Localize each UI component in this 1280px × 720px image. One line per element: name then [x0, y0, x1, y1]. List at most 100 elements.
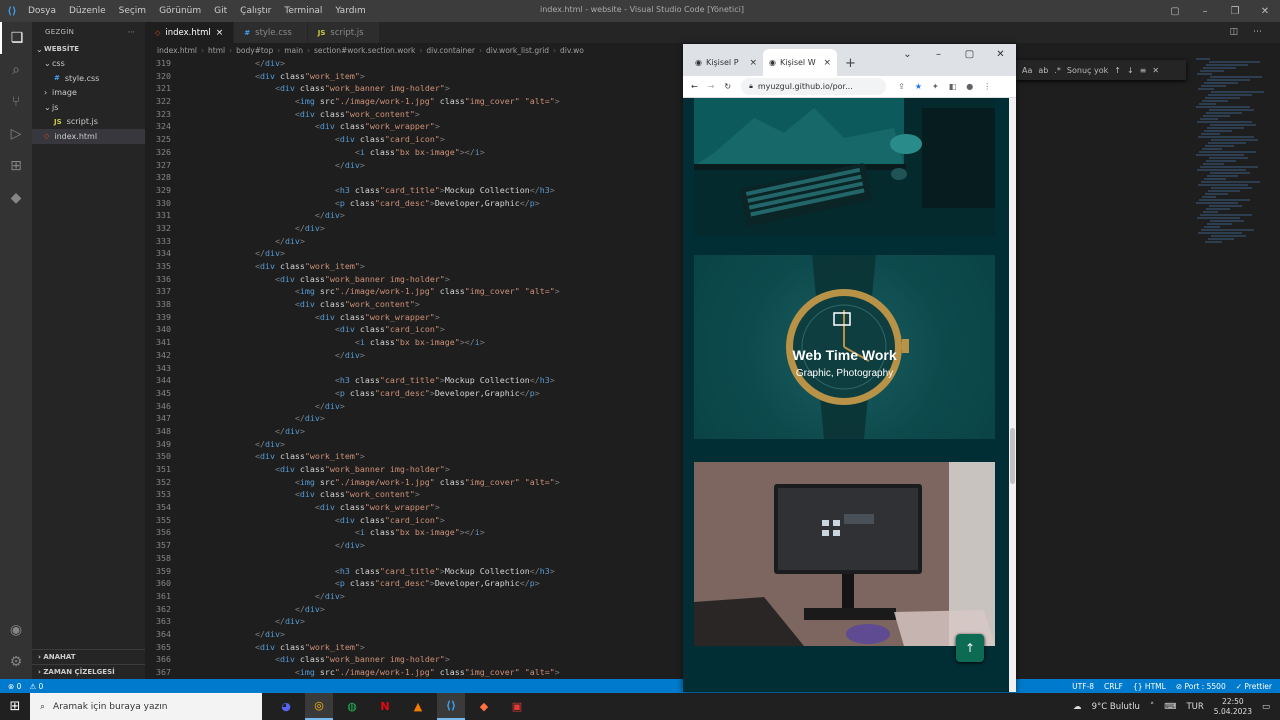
scroll-top-button[interactable]: ↑	[956, 634, 984, 662]
minimize-icon[interactable]: –	[1190, 6, 1220, 17]
breadcrumb-item[interactable]: html	[208, 46, 225, 55]
vscode-taskbar-icon[interactable]: ⟨⟩	[437, 693, 465, 720]
menu-item-3[interactable]: Görünüm	[159, 6, 201, 16]
share-icon[interactable]: ⇪	[898, 82, 905, 91]
browser-tab[interactable]: ◉ Kişisel P ×	[689, 49, 763, 76]
netflix-icon[interactable]: N	[371, 693, 399, 720]
browser-tab-close-icon[interactable]: ×	[749, 58, 757, 68]
extensions-icon[interactable]: ⊞	[0, 150, 32, 182]
extensions-puzzle-icon[interactable]: ✦	[932, 82, 939, 91]
tree-item[interactable]: # style.css	[32, 71, 145, 86]
editor-tab[interactable]: # style.css	[234, 22, 308, 43]
address-bar[interactable]: 🔒︎ myuzgul.github.io/por...	[741, 78, 887, 95]
status-item-right-3[interactable]: ⊘ Port : 5500	[1176, 682, 1226, 691]
match-case-icon[interactable]: Aa	[1022, 66, 1032, 75]
close-icon[interactable]: ✕	[1250, 6, 1280, 17]
tree-item[interactable]: JS script.js	[32, 115, 145, 130]
find-close-icon[interactable]: ✕	[1152, 66, 1159, 75]
work-card-monitor[interactable]	[694, 462, 995, 646]
menu-item-0[interactable]: Dosya	[28, 6, 56, 16]
code-line: 326 <i class"bx bx-image"></i>	[145, 146, 685, 159]
settings-gear-icon[interactable]: ⚙	[0, 646, 32, 678]
next-match-icon[interactable]: ↓	[1127, 66, 1134, 75]
status-item-right-1[interactable]: CRLF	[1104, 682, 1123, 691]
breadcrumb-item[interactable]: main	[284, 46, 303, 55]
weather-text[interactable]: 9°C Bulutlu	[1092, 702, 1140, 712]
status-item-right-0[interactable]: UTF-8	[1072, 682, 1094, 691]
search-icon[interactable]: ⌕	[0, 54, 32, 86]
tray-chevron-icon[interactable]: ˄	[1150, 702, 1154, 712]
breadcrumb-item[interactable]: body#top	[236, 46, 273, 55]
browser-minimize-icon[interactable]: –	[923, 44, 954, 66]
find-selection-icon[interactable]: ≡	[1140, 66, 1147, 75]
browser-close-icon[interactable]: ✕	[985, 44, 1016, 66]
breadcrumb-item[interactable]: div.work_list.grid	[486, 46, 549, 55]
status-item-right-2[interactable]: {} HTML	[1133, 682, 1166, 691]
profile-avatar[interactable]: ●	[966, 82, 973, 91]
timeline-panel[interactable]: › ZAMAN ÇİZELGESİ	[32, 664, 145, 679]
app-orange-icon[interactable]: ◆	[470, 693, 498, 720]
account-icon[interactable]: ◉	[0, 614, 32, 646]
explorer-icon[interactable]: ❏	[0, 22, 32, 54]
tree-item[interactable]: › image	[32, 86, 145, 101]
tree-item[interactable]: ⌄ js	[32, 100, 145, 115]
clock[interactable]: 22:50 5.04.2023	[1214, 697, 1252, 717]
browser-tab[interactable]: ◉ Kişisel W ×	[763, 49, 837, 76]
whole-word-icon[interactable]: ab	[1038, 66, 1048, 75]
discord-icon[interactable]: ◕	[272, 693, 300, 720]
browser-maximize-icon[interactable]: ▢	[954, 44, 985, 66]
minimap-line	[1209, 61, 1260, 63]
sidepanel-icon[interactable]: ◧	[949, 82, 957, 91]
outline-panel[interactable]: › ANAHAT	[32, 649, 145, 664]
windows-start-icon[interactable]: ⊞	[0, 699, 30, 714]
forward-icon[interactable]: →	[708, 82, 715, 91]
reload-icon[interactable]: ↻	[724, 82, 731, 91]
app-red-icon[interactable]: ▣	[503, 693, 531, 720]
minimap[interactable]	[1196, 57, 1270, 257]
back-icon[interactable]: ←	[691, 82, 698, 91]
browser-menu-icon[interactable]: ⋮	[983, 82, 991, 91]
tree-item[interactable]: ⌄ WEBSİTE	[32, 42, 145, 57]
breadcrumb-item[interactable]: div.container	[426, 46, 475, 55]
prev-match-icon[interactable]: ↑	[1114, 66, 1121, 75]
menu-item-7[interactable]: Yardım	[335, 6, 365, 16]
split-editor-icon[interactable]: ◫ ⋯	[1230, 27, 1268, 37]
scrollbar-thumb[interactable]	[1010, 428, 1015, 484]
breadcrumb-item[interactable]: index.html	[157, 46, 197, 55]
editor-tab[interactable]: JS script.js	[307, 22, 380, 43]
browser-tab-close-icon[interactable]: ×	[823, 58, 831, 68]
notifications-icon[interactable]: ▭	[1262, 702, 1270, 712]
source-control-icon[interactable]: ⑂	[0, 86, 32, 118]
menu-item-4[interactable]: Git	[214, 6, 227, 16]
editor-tab[interactable]: ◇ index.html ×	[145, 22, 235, 43]
bookmark-star-icon[interactable]: ★	[915, 82, 922, 91]
run-debug-icon[interactable]: ▷	[0, 118, 32, 150]
keyboard-icon[interactable]: ⌨	[1164, 702, 1176, 712]
status-item-right-4[interactable]: ✓ Prettier	[1236, 682, 1272, 691]
menu-item-1[interactable]: Düzenle	[69, 6, 106, 16]
python-icon[interactable]: ◆	[0, 182, 32, 214]
tab-search-icon[interactable]: ⌄	[892, 44, 923, 66]
spotify-icon[interactable]: ◍	[338, 693, 366, 720]
tree-item[interactable]: ◇ index.html	[32, 129, 145, 144]
regex-icon[interactable]: .*	[1054, 66, 1061, 75]
language-indicator[interactable]: TUR	[1186, 702, 1203, 712]
layout-icon[interactable]: ▢	[1160, 6, 1190, 17]
sublime-icon[interactable]: ▲	[404, 693, 432, 720]
more-actions-icon[interactable]: ⋯	[128, 28, 135, 36]
new-tab-icon[interactable]: +	[845, 50, 856, 71]
breadcrumb-item[interactable]: div.wo	[560, 46, 584, 55]
menu-item-2[interactable]: Seçim	[119, 6, 146, 16]
code-editor[interactable]: 319 </div> 320 <div class"work_item"> 321 …	[145, 57, 685, 679]
page-scrollbar[interactable]	[1009, 98, 1016, 692]
work-card-watch[interactable]: Web Time Work Graphic, Photography	[694, 255, 995, 439]
menu-item-6[interactable]: Terminal	[284, 6, 322, 16]
tab-close-icon[interactable]: ×	[216, 28, 224, 38]
tree-item[interactable]: ⌄ css	[32, 57, 145, 72]
work-card-setup-photo[interactable]	[694, 98, 995, 236]
menu-item-5[interactable]: Çalıştır	[240, 6, 271, 16]
taskbar-search[interactable]: ⌕ Aramak için buraya yazın	[30, 693, 262, 720]
breadcrumb-item[interactable]: section#work.section.work	[314, 46, 415, 55]
maximize-icon[interactable]: ❐	[1220, 6, 1250, 17]
chrome-icon[interactable]: ◎	[305, 693, 333, 720]
